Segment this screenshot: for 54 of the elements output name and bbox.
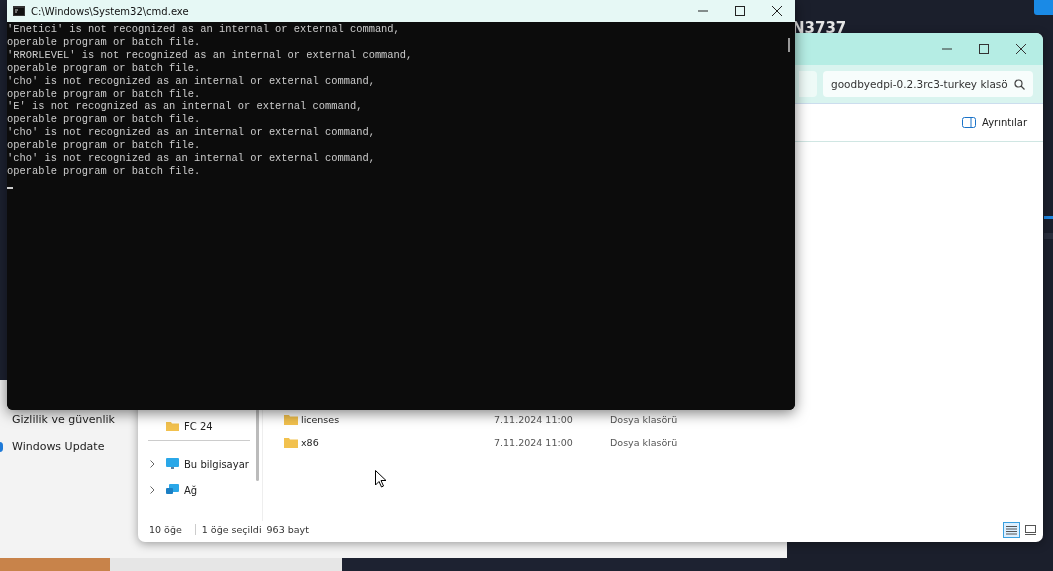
file-row[interactable]: x86 7.11.2024 11:00 Dosya klasörü xyxy=(267,431,1043,454)
terminal-icon xyxy=(13,6,25,16)
chevron-icon xyxy=(150,460,155,468)
console-line: 'Enetici' is not recognized as an internal or external command, xyxy=(7,23,400,36)
console-line: 'RRORLEVEL' is not recognized as an internal or external command, xyxy=(7,48,413,62)
scrollbar[interactable] xyxy=(256,409,259,481)
details-pane-icon xyxy=(961,117,976,128)
console-line: 'cho' is not recognized as an internal or external command, xyxy=(7,152,375,165)
search-field[interactable]: goodbyedpi-0.2.3rc3-turkey klasö xyxy=(823,71,1033,97)
window-title: C:\Windows\System32\cmd.exe xyxy=(31,5,189,17)
search-icon xyxy=(1014,78,1025,90)
console-line: operable program or batch file. xyxy=(7,139,201,153)
view-toggle[interactable] xyxy=(1003,521,1020,538)
folder-icon xyxy=(284,414,298,425)
file-name: x86 xyxy=(301,437,319,448)
console-line: operable program or batch file. xyxy=(7,35,201,49)
file-row[interactable]: licenses 7.11.2024 11:00 Dosya klasörü xyxy=(267,408,1043,431)
console-line: 'E' is not recognized as an internal or external command, xyxy=(7,100,363,114)
status-text: 1 öğe seçildi xyxy=(194,524,262,535)
status-text: 10 öğe xyxy=(149,524,182,535)
console-line: operable program or batch file. xyxy=(7,164,201,178)
folder-icon xyxy=(166,421,179,431)
close-icon xyxy=(1015,44,1026,54)
list-icon xyxy=(1006,524,1017,535)
accent-bar xyxy=(1044,233,1053,239)
settings-nav-item[interactable]: Windows Update xyxy=(12,440,105,453)
console-line: operable program or batch file. xyxy=(7,61,201,75)
console-line: operable program or batch file. xyxy=(7,113,201,127)
console-line: 'cho' is not recognized as an internal or external command, xyxy=(7,126,375,140)
nav-item[interactable]: Ağ xyxy=(148,477,250,503)
settings-nav-item[interactable]: Gizlilik ve güvenlik xyxy=(12,413,115,426)
file-name: licenses xyxy=(301,414,340,425)
close-icon xyxy=(771,6,782,16)
scrollbar[interactable] xyxy=(788,38,790,52)
folder-icon xyxy=(284,437,298,448)
details-button[interactable]: Ayrıntılar xyxy=(959,114,1029,131)
accent-bar xyxy=(1044,216,1053,219)
file-date: 7.11.2024 11:00 xyxy=(494,414,574,425)
status-text: 963 bayt xyxy=(266,524,309,535)
tile-view-icon xyxy=(1025,524,1036,535)
maximize-icon xyxy=(978,44,989,54)
network-icon xyxy=(166,484,179,496)
chevron-icon xyxy=(150,486,155,494)
file-date: 7.11.2024 11:00 xyxy=(494,437,574,448)
maximize-icon xyxy=(734,6,745,16)
nav-item[interactable]: FC 24 xyxy=(148,413,250,439)
mouse-pointer-icon xyxy=(375,470,387,488)
console-line: 'cho' is not recognized as an internal or external command, xyxy=(7,74,375,88)
nav-item[interactable]: Bu bilgisayar xyxy=(148,451,250,477)
file-type: Dosya klasörü xyxy=(610,414,678,425)
monitor-icon xyxy=(166,458,179,470)
console-line: operable program or batch file. xyxy=(7,87,201,101)
notification-badge xyxy=(1034,0,1053,15)
file-type: Dosya klasörü xyxy=(610,437,678,448)
